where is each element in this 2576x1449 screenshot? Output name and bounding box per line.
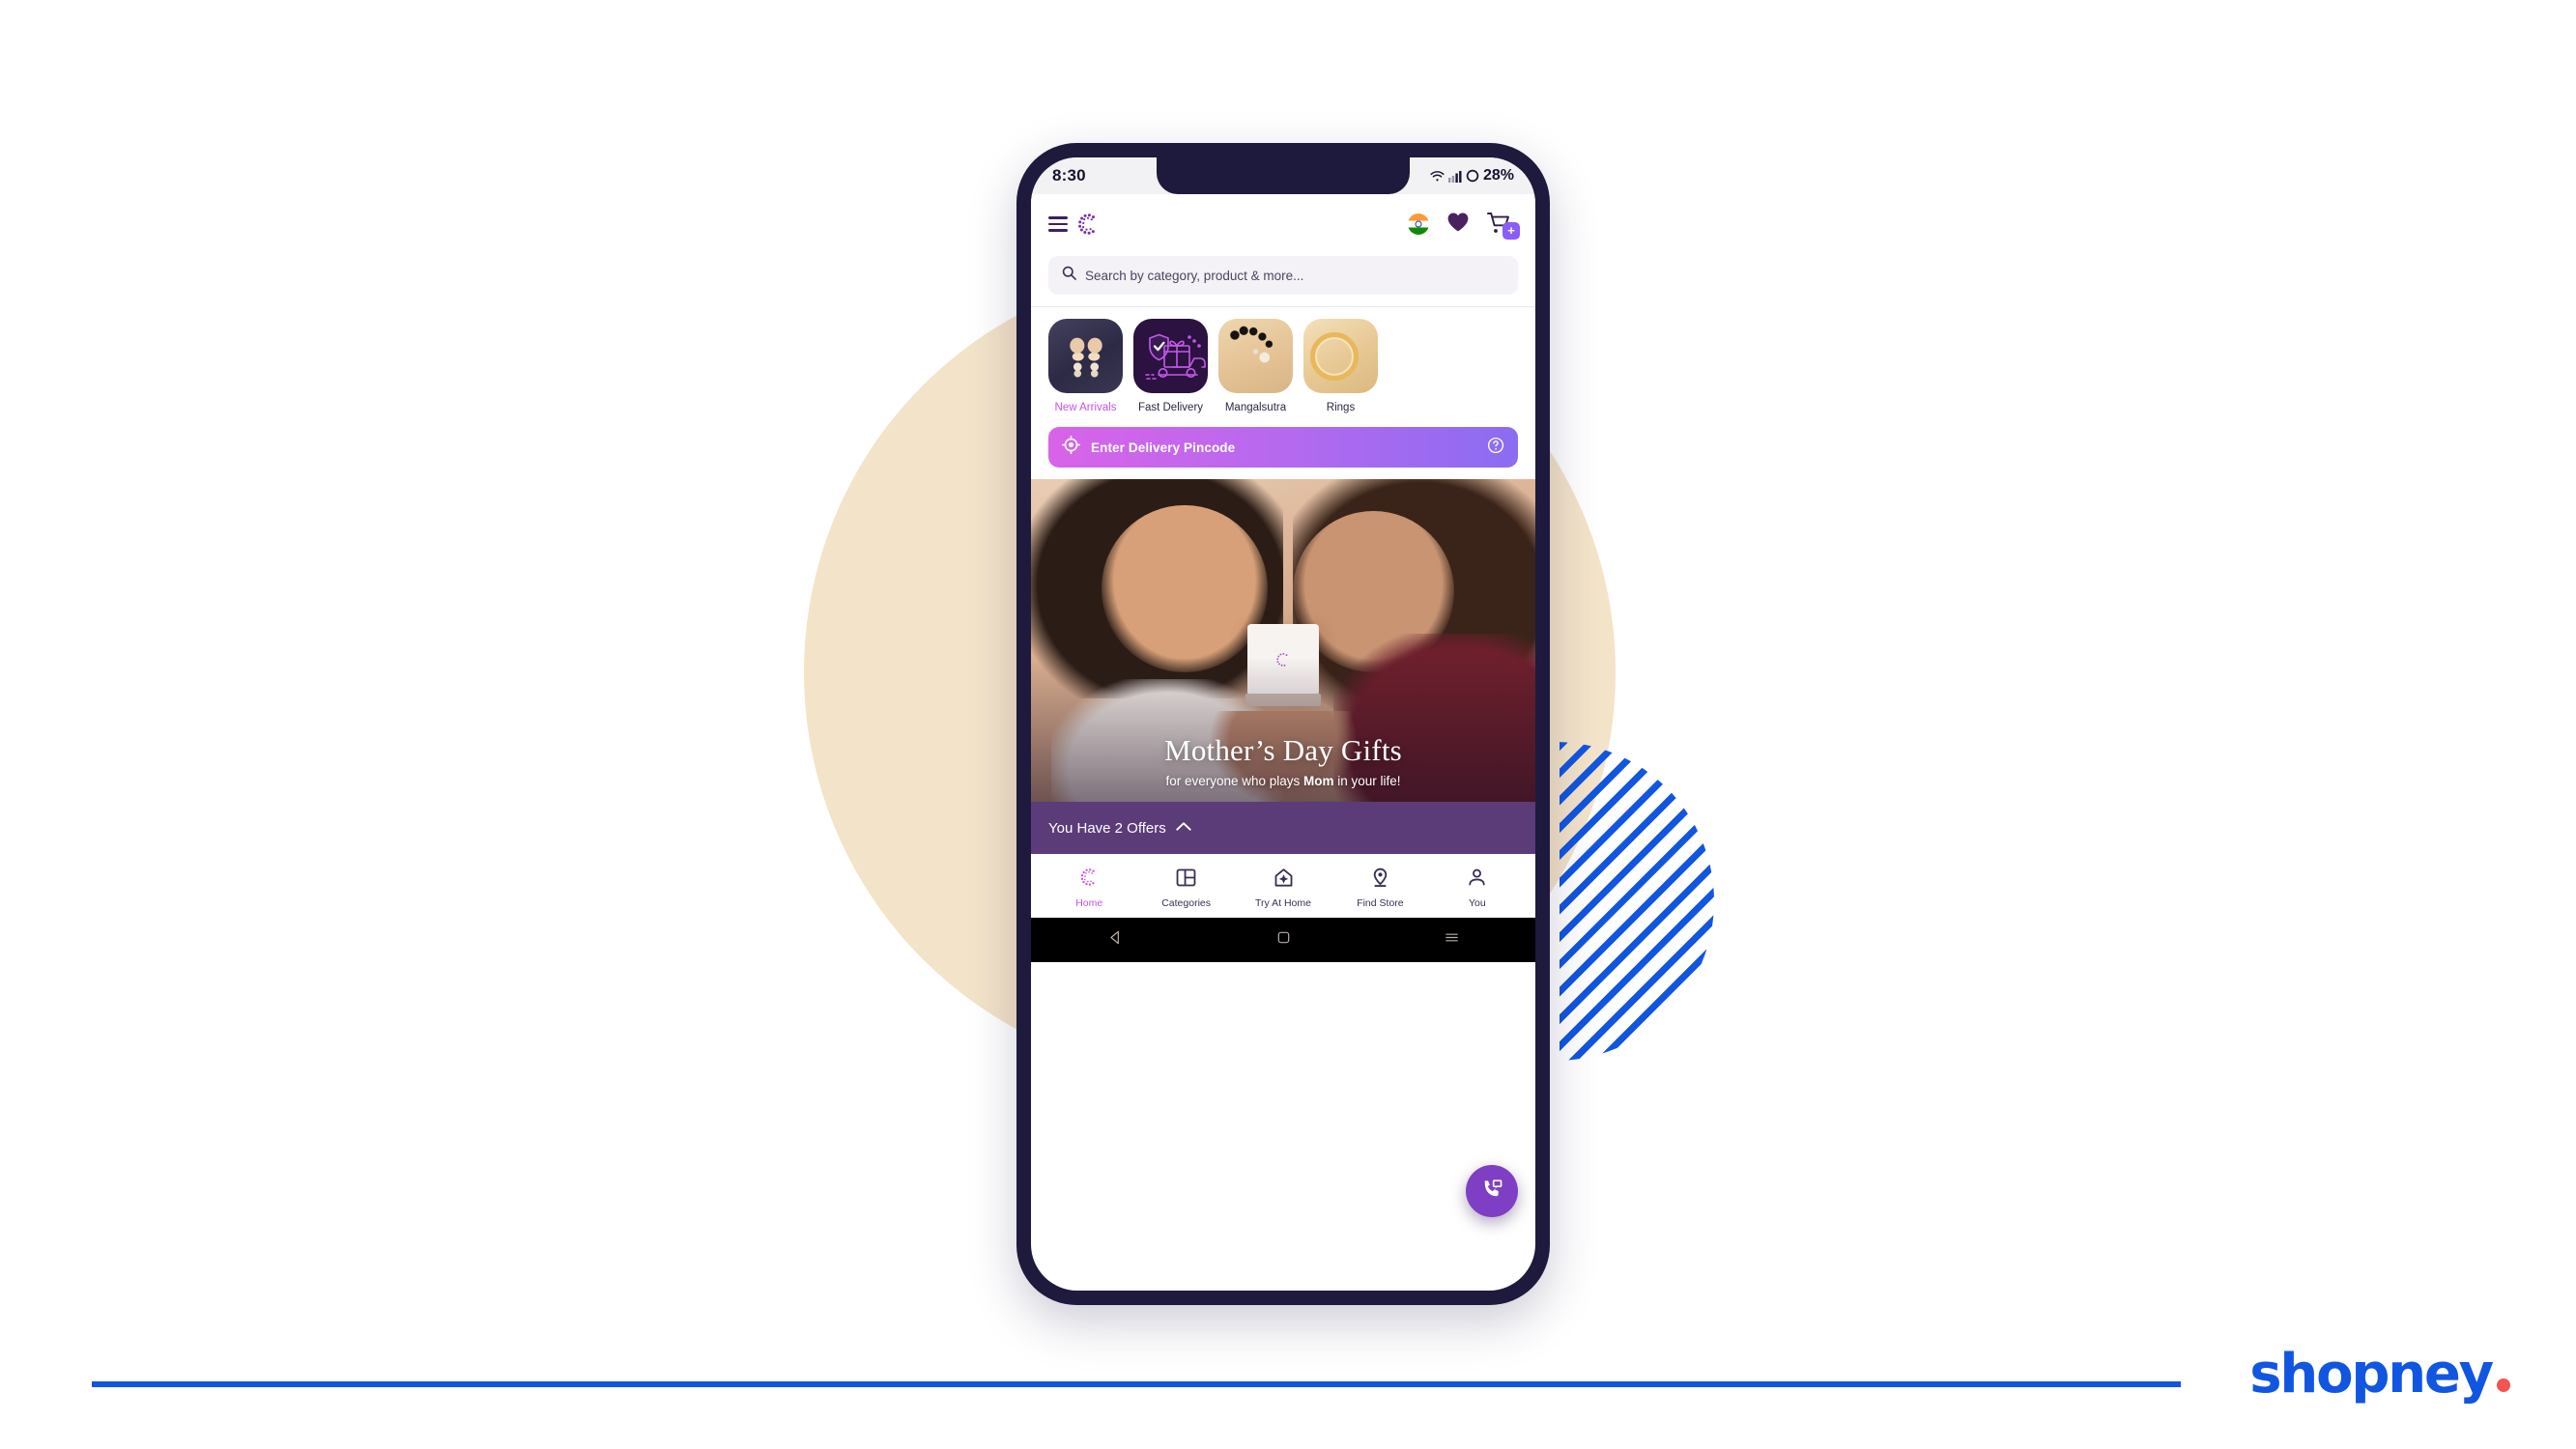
category-tile-new-arrivals[interactable]: New Arrivals — [1048, 319, 1123, 413]
nav-label: You — [1468, 896, 1486, 909]
slide-canvas: 8:30 28% + Search by category, product &… — [0, 0, 2576, 1449]
nav-label: Find Store — [1357, 896, 1404, 909]
pincode-label: Enter Delivery Pincode — [1091, 440, 1236, 455]
help-circle-icon[interactable] — [1487, 437, 1504, 459]
pincode-section: Enter Delivery Pincode — [1031, 421, 1535, 479]
crosshair-location-icon — [1061, 435, 1081, 459]
phone-chat-support-icon — [1480, 1177, 1504, 1206]
nav-label: Try At Home — [1255, 896, 1311, 909]
cellular-signal-icon — [1447, 170, 1462, 183]
nav-label: Categories — [1161, 896, 1211, 909]
bottom-navigation-bar: Home Categories Try At Home Find Store Y… — [1031, 854, 1535, 918]
category-tile-fast-delivery[interactable]: Fast Delivery — [1133, 319, 1208, 413]
hamburger-menu-icon[interactable] — [1048, 216, 1068, 232]
category-tile-mangalsutra[interactable]: Mangalsutra — [1218, 319, 1293, 413]
offers-label: You Have 2 Offers — [1048, 819, 1166, 837]
recents-menu-icon[interactable] — [1444, 929, 1460, 951]
hero-subtitle-after: in your life! — [1333, 774, 1401, 788]
search-icon — [1062, 266, 1076, 285]
cart-badge: + — [1503, 222, 1520, 240]
battery-percent-label: 28% — [1482, 167, 1514, 184]
search-placeholder: Search by category, product & more... — [1085, 268, 1304, 283]
map-pin-icon — [1370, 867, 1390, 893]
support-call-fab[interactable] — [1466, 1165, 1518, 1217]
nav-item-categories[interactable]: Categories — [1137, 867, 1234, 909]
back-triangle-icon[interactable] — [1107, 929, 1124, 951]
hero-subtitle-bold: Mom — [1303, 774, 1334, 788]
mangalsutra-thumbnail — [1218, 319, 1293, 393]
phone-screen: 8:30 28% + Search by category, product &… — [1031, 157, 1535, 1291]
category-label: Mangalsutra — [1224, 402, 1287, 413]
nav-item-you[interactable]: You — [1429, 867, 1526, 909]
phone-notch — [1157, 157, 1410, 194]
chevron-up-icon[interactable] — [1176, 819, 1191, 837]
category-label: New Arrivals — [1054, 402, 1117, 413]
heart-icon[interactable] — [1446, 212, 1470, 238]
enter-delivery-pincode-button[interactable]: Enter Delivery Pincode — [1048, 427, 1518, 468]
search-input[interactable]: Search by category, product & more... — [1048, 256, 1518, 295]
app-header: + — [1031, 194, 1535, 254]
nav-item-home[interactable]: Home — [1041, 867, 1137, 909]
phone-mockup: 8:30 28% + Search by category, product &… — [1016, 143, 1550, 1305]
dotted-c-home-icon — [1078, 867, 1100, 893]
house-sparkle-icon — [1274, 867, 1294, 893]
hero-banner[interactable]: Mother’s Day Gifts for everyone who play… — [1031, 479, 1535, 802]
status-bar-clock: 8:30 — [1052, 166, 1086, 185]
home-square-icon[interactable] — [1275, 929, 1292, 951]
person-icon — [1467, 867, 1487, 893]
footer-rule — [92, 1381, 2181, 1387]
category-tile-rings[interactable]: Rings — [1303, 319, 1378, 413]
category-strip[interactable]: New Arrivals Fast Delivery Mangalsutra R… — [1031, 307, 1535, 421]
offers-bar[interactable]: You Have 2 Offers — [1031, 802, 1535, 854]
rings-thumbnail — [1303, 319, 1378, 393]
category-label: Fast Delivery — [1137, 402, 1204, 413]
grid-layout-icon — [1176, 867, 1196, 893]
search-section: Search by category, product & more... — [1031, 254, 1535, 306]
shopney-wordmark: shopney — [2249, 1343, 2494, 1406]
shopney-logo-dot — [2497, 1378, 2510, 1392]
hero-subtitle-before: for everyone who plays — [1165, 774, 1304, 788]
india-flag-icon[interactable] — [1408, 213, 1429, 235]
nav-label: Home — [1075, 897, 1103, 909]
hero-subtitle: for everyone who plays Mom in your life! — [1031, 774, 1535, 788]
status-bar: 8:30 28% — [1031, 157, 1535, 194]
earrings-thumbnail — [1048, 319, 1123, 393]
shopping-cart-icon[interactable]: + — [1487, 212, 1520, 240]
shopney-logo: shopney — [2249, 1343, 2510, 1406]
fast-delivery-truck-icon — [1133, 319, 1208, 393]
category-label: Rings — [1326, 402, 1356, 413]
hero-title: Mother’s Day Gifts — [1164, 733, 1402, 767]
android-system-nav — [1031, 918, 1535, 962]
caratlane-dotted-c-logo[interactable] — [1075, 212, 1101, 237]
hero-text-block: Mother’s Day Gifts for everyone who play… — [1031, 733, 1535, 788]
striped-circle-decoration — [1560, 742, 1714, 1061]
battery-circle-icon — [1466, 169, 1479, 183]
wifi-icon — [1430, 170, 1445, 183]
nav-item-try-at-home[interactable]: Try At Home — [1235, 867, 1331, 909]
nav-item-find-store[interactable]: Find Store — [1331, 867, 1428, 909]
